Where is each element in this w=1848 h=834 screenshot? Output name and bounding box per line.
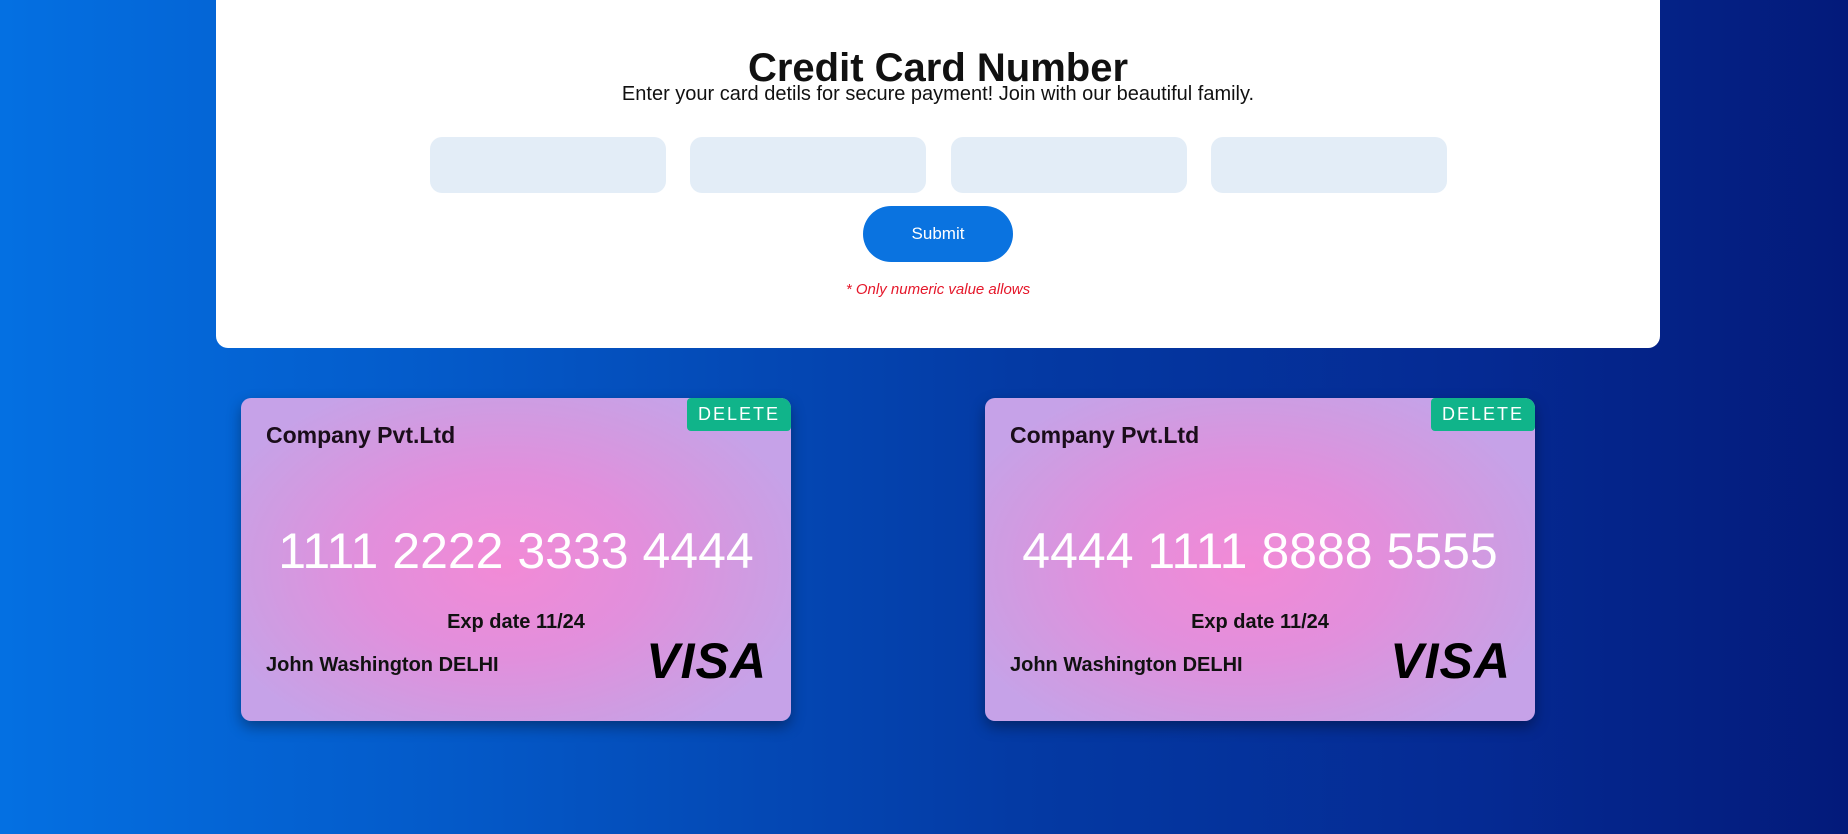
card-number-input-3[interactable] bbox=[951, 137, 1187, 193]
card-number-input-1[interactable] bbox=[430, 137, 666, 193]
submit-button[interactable]: Submit bbox=[863, 206, 1013, 262]
delete-button[interactable]: DELETE bbox=[687, 398, 791, 431]
card-company-name: Company Pvt.Ltd bbox=[266, 422, 456, 448]
form-subtitle: Enter your card detils for secure paymen… bbox=[621, 83, 1255, 105]
card-number-input-2[interactable] bbox=[690, 137, 926, 193]
card-number: 4444 1111 8888 5555 bbox=[1022, 523, 1498, 579]
card-number: 1111 2222 3333 4444 bbox=[278, 523, 754, 579]
card-company-name: Company Pvt.Ltd bbox=[1010, 422, 1200, 448]
validation-note: * Only numeric value allows bbox=[845, 281, 1031, 298]
credit-card: Company Pvt.Ltd DELETE 4444 1111 8888 55… bbox=[985, 398, 1535, 721]
card-form-panel: Credit Card Number Enter your card detil… bbox=[216, 0, 1660, 348]
page-title: Credit Card Number bbox=[747, 46, 1129, 90]
delete-button[interactable]: DELETE bbox=[1431, 398, 1535, 431]
card-holder-name: John Washington DELHI bbox=[1010, 654, 1243, 676]
credit-card: Company Pvt.Ltd DELETE 1111 2222 3333 44… bbox=[241, 398, 791, 721]
card-number-input-4[interactable] bbox=[1211, 137, 1447, 193]
visa-logo: VISA bbox=[1390, 633, 1511, 689]
card-expiry: Exp date 11/24 bbox=[447, 611, 585, 633]
card-expiry: Exp date 11/24 bbox=[1191, 611, 1329, 633]
card-holder-name: John Washington DELHI bbox=[266, 654, 499, 676]
visa-logo: VISA bbox=[646, 633, 767, 689]
